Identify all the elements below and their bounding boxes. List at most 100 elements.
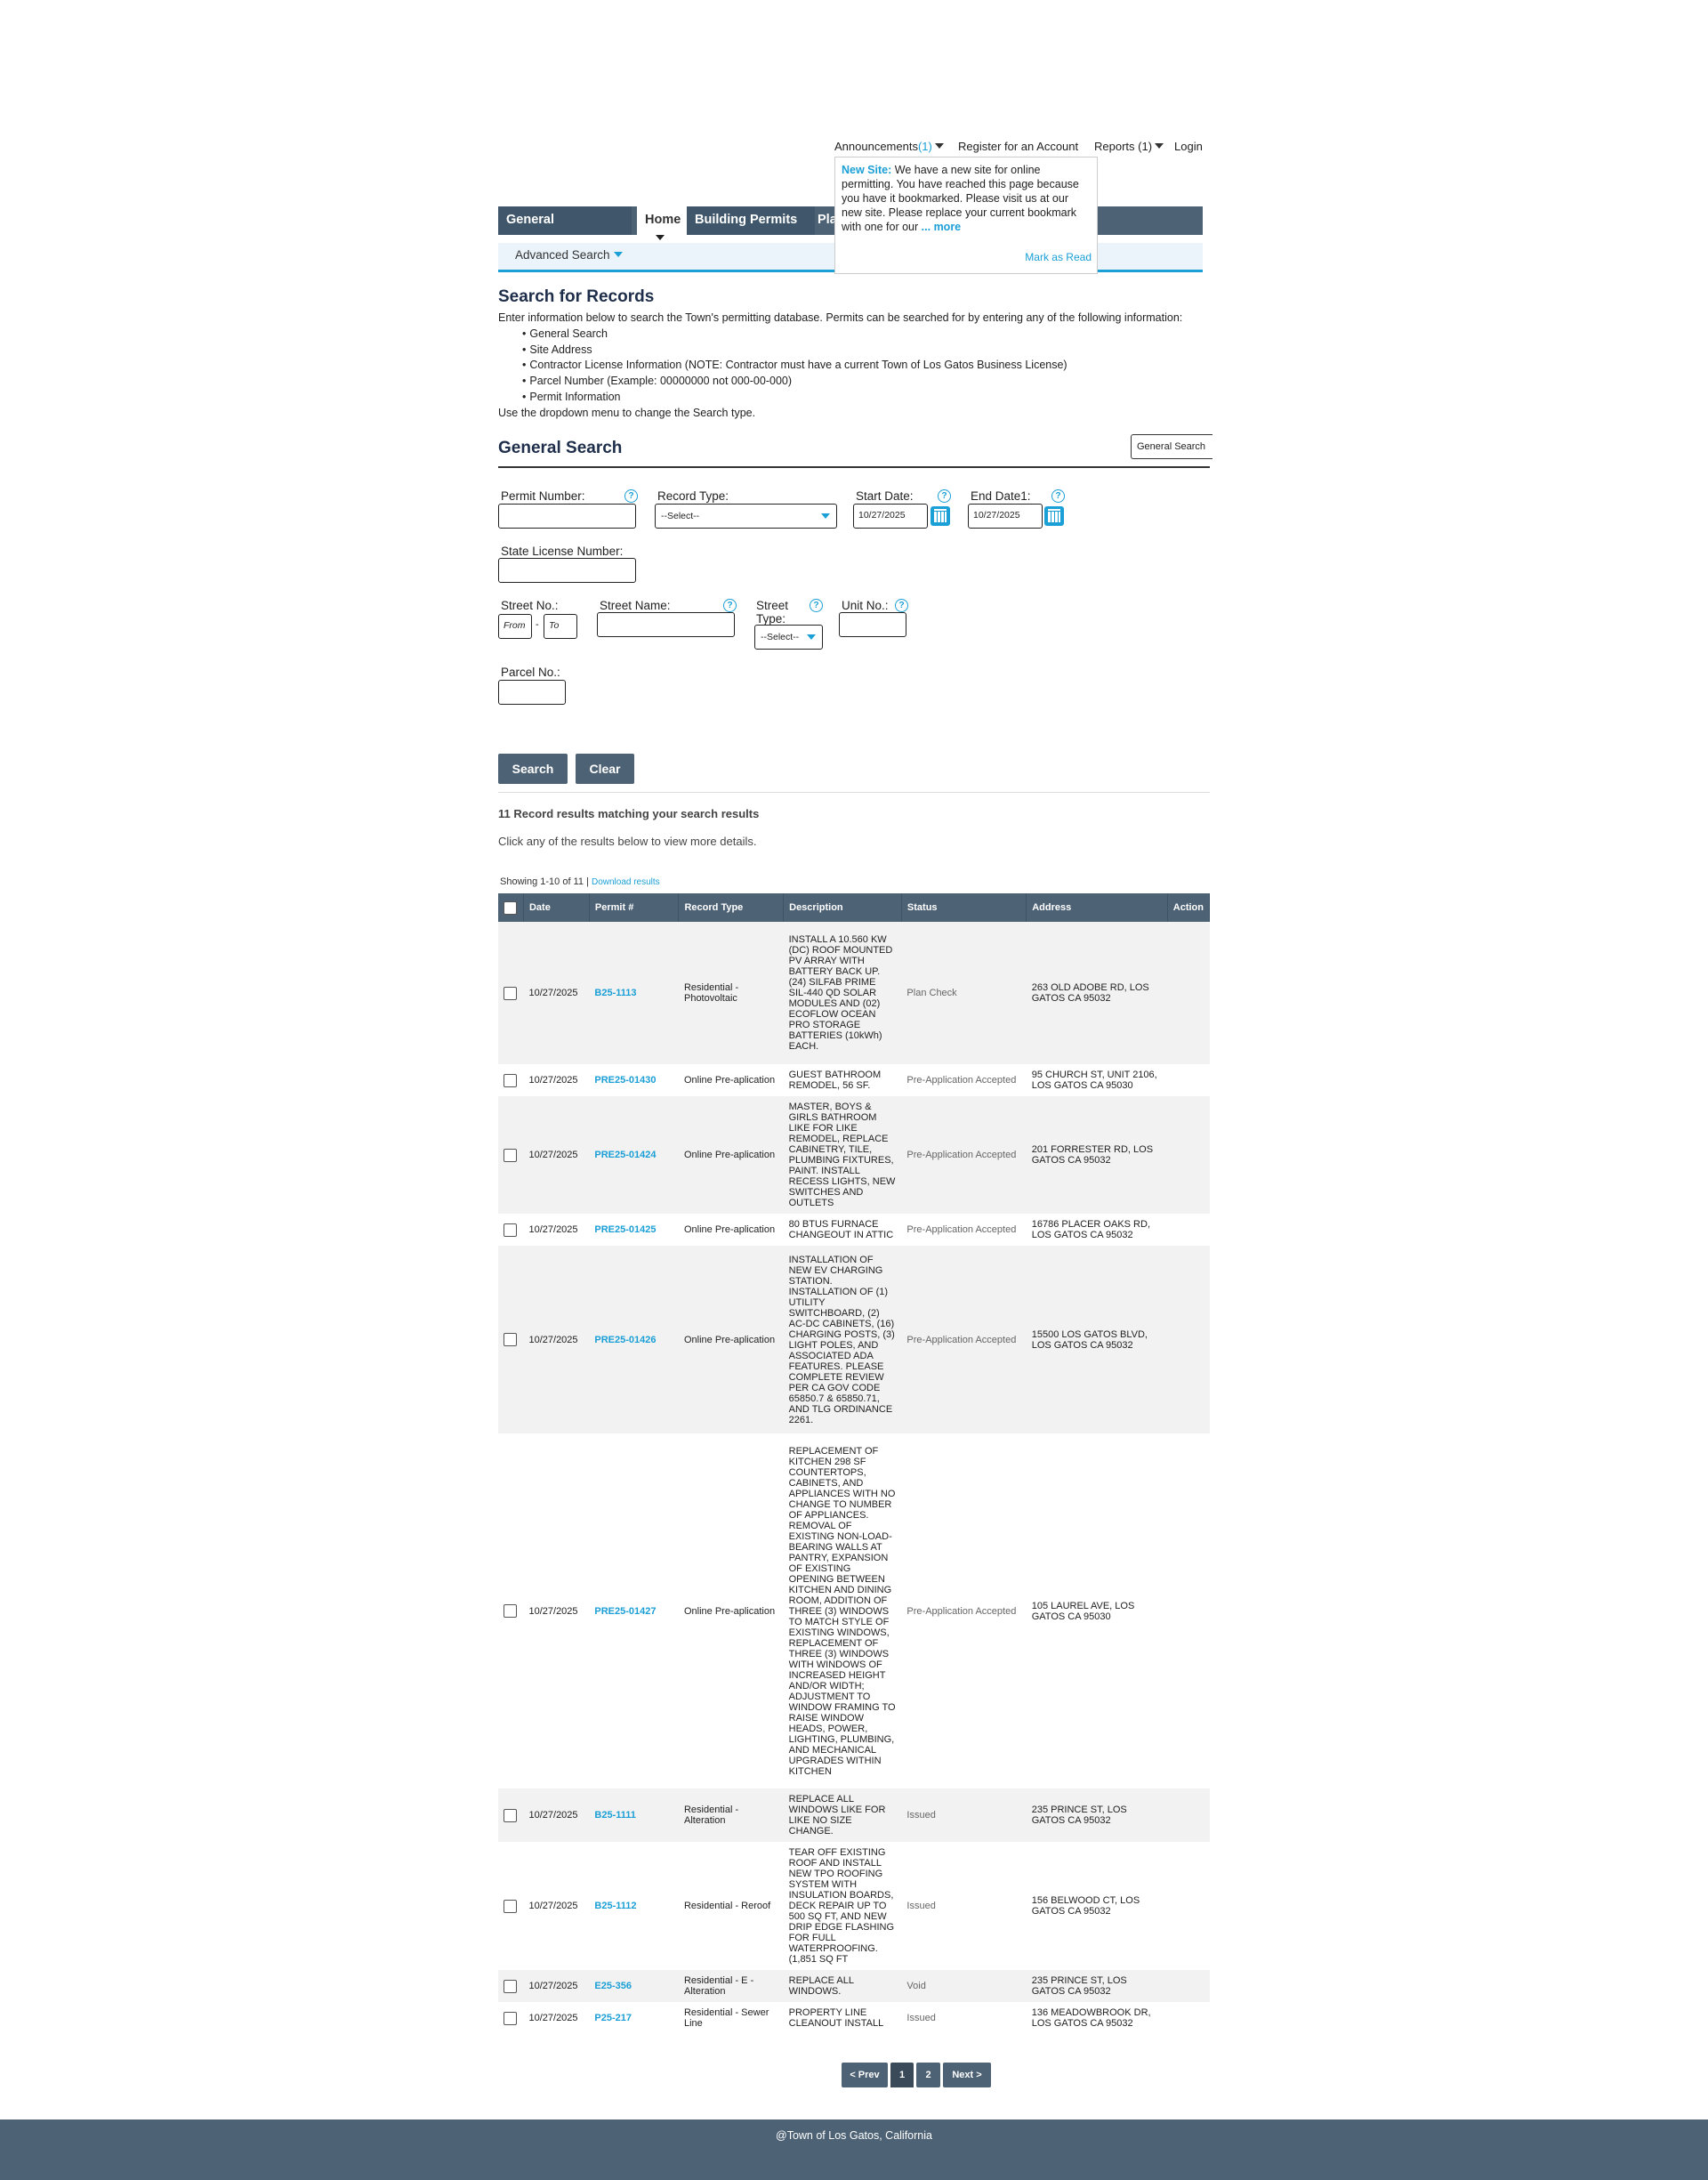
table-row[interactable]: 10/27/2025 PRE25-01430 Online Pre-aplicati…: [498, 1064, 1210, 1096]
column-header[interactable]: Permit #: [589, 893, 680, 922]
street-type-select[interactable]: --Select--: [754, 625, 823, 650]
intro-footer: Use the dropdown menu to change the Sear…: [498, 406, 756, 419]
row-checkbox[interactable]: [504, 1333, 517, 1346]
record-type-label: Record Type:: [657, 489, 729, 503]
popup-more-link[interactable]: more: [934, 221, 962, 233]
cell-checkbox: [498, 1064, 524, 1096]
cell-type: Online Pre-aplication: [678, 1096, 784, 1214]
cell-permit[interactable]: PRE25-01430: [589, 1064, 679, 1096]
street-name-label: Street Name:: [600, 599, 671, 612]
cell-permit[interactable]: PRE25-01425: [589, 1214, 679, 1246]
table-row[interactable]: 10/27/2025 PRE25-01425 Online Pre-aplicati…: [498, 1214, 1210, 1246]
cell-permit[interactable]: PRE25-01424: [589, 1096, 679, 1214]
cell-permit[interactable]: PRE25-01426: [589, 1246, 679, 1433]
calendar-icon[interactable]: [1044, 506, 1064, 526]
column-header[interactable]: Address: [1026, 893, 1168, 922]
cell-permit[interactable]: B25-1111: [589, 1788, 679, 1842]
register-link[interactable]: Register for an Account: [958, 140, 1078, 153]
next-page-button[interactable]: Next >: [943, 2063, 991, 2087]
help-icon[interactable]: ?: [1051, 489, 1065, 503]
cell-action: [1167, 922, 1210, 1064]
select-all-checkbox[interactable]: [504, 900, 517, 915]
cell-type: Residential - Photovoltaic: [678, 922, 784, 1064]
announcements-link[interactable]: Announcements(1): [834, 140, 944, 153]
table-row[interactable]: 10/27/2025 E25-356 Residential - E - Alter…: [498, 1970, 1210, 2002]
clear-button[interactable]: Clear: [576, 754, 634, 784]
row-checkbox[interactable]: [504, 1604, 517, 1618]
cell-permit[interactable]: P25-217: [589, 2002, 679, 2034]
permit-number-input[interactable]: [498, 504, 636, 529]
end-date-input[interactable]: 10/27/2025: [968, 504, 1043, 529]
search-type-select[interactable]: General Search: [1131, 434, 1213, 459]
row-checkbox[interactable]: [504, 2011, 517, 2025]
cell-permit[interactable]: E25-356: [589, 1970, 679, 2002]
table-row[interactable]: 10/27/2025 B25-1112 Residential - Reroof TE…: [498, 1842, 1210, 1970]
cell-action: [1167, 1842, 1210, 1970]
row-checkbox[interactable]: [504, 1808, 517, 1822]
parcel-no-label: Parcel No.:: [501, 666, 560, 679]
column-header[interactable]: Description: [783, 893, 902, 922]
cell-permit[interactable]: B25-1113: [589, 922, 679, 1064]
cell-action: [1167, 1970, 1210, 2002]
street-no-to-input[interactable]: To: [544, 614, 577, 639]
calendar-icon[interactable]: [931, 506, 950, 526]
unit-no-input[interactable]: [839, 612, 906, 637]
table-row[interactable]: 10/27/2025 PRE25-01426 Online Pre-aplicati…: [498, 1246, 1210, 1433]
row-checkbox[interactable]: [504, 1899, 517, 1913]
tab-general-information[interactable]: General Information: [498, 206, 632, 254]
tab-home[interactable]: Home: [637, 206, 694, 240]
row-checkbox[interactable]: [504, 1073, 517, 1087]
cell-status: Pre-Application Accepted: [901, 1433, 1027, 1788]
help-icon[interactable]: ?: [938, 489, 951, 503]
separator: |: [586, 876, 589, 887]
list-item: Contractor License Information (NOTE: Co…: [522, 358, 1210, 374]
cell-permit[interactable]: PRE25-01427: [589, 1433, 679, 1788]
table-row[interactable]: 10/27/2025 P25-217 Residential - Sewer Lin…: [498, 2002, 1210, 2034]
table-row[interactable]: 10/27/2025 B25-1111 Residential - Alterati…: [498, 1788, 1210, 1842]
street-no-from-input[interactable]: From: [498, 614, 532, 639]
page-1-button[interactable]: 1: [890, 2063, 914, 2089]
start-date-input[interactable]: 10/27/2025: [853, 504, 928, 529]
page-2-button[interactable]: 2: [916, 2063, 940, 2087]
row-checkbox[interactable]: [504, 1979, 517, 1993]
help-icon[interactable]: ?: [810, 599, 823, 612]
table-row[interactable]: 10/27/2025 PRE25-01427 Online Pre-aplicati…: [498, 1433, 1210, 1788]
column-header: Action: [1167, 893, 1211, 922]
column-header[interactable]: Date: [523, 893, 590, 922]
results-table: Date Permit # Record Type Description St…: [498, 893, 1211, 2034]
mark-as-read-link[interactable]: Mark as Read: [1025, 250, 1092, 264]
download-results-link[interactable]: Download results: [592, 877, 660, 887]
tab-building-permits[interactable]: Building Permits: [687, 206, 815, 235]
cell-date: 10/27/2025: [523, 1096, 590, 1214]
cell-status: Pre-Application Accepted: [901, 1246, 1027, 1433]
parcel-no-input[interactable]: [498, 680, 566, 705]
street-name-input[interactable]: [597, 612, 735, 637]
showing-text: Showing 1-10 of 11: [500, 876, 584, 887]
column-header[interactable]: Record Type: [678, 893, 785, 922]
cell-desc: MASTER, BOYS & GIRLS BATHROOM LIKE FOR L…: [783, 1096, 902, 1214]
state-license-input[interactable]: [498, 558, 636, 583]
search-button[interactable]: Search: [498, 754, 568, 784]
list-item: Parcel Number (Example: 00000000 not 000…: [522, 374, 1210, 390]
prev-page-button[interactable]: < Prev: [842, 2063, 888, 2087]
help-icon[interactable]: ?: [723, 599, 737, 612]
table-row[interactable]: 10/27/2025 PRE25-01424 Online Pre-aplicati…: [498, 1096, 1210, 1214]
record-type-select[interactable]: --Select--: [655, 504, 837, 529]
cell-address: 95 CHURCH ST, UNIT 2106, LOS GATOS CA 95…: [1026, 1064, 1168, 1096]
help-icon[interactable]: ?: [624, 489, 638, 503]
cell-desc: PROPERTY LINE CLEANOUT INSTALL: [783, 2002, 902, 2034]
column-header[interactable]: Status: [901, 893, 1027, 922]
reports-menu[interactable]: Reports (1): [1094, 140, 1164, 153]
cell-permit[interactable]: B25-1112: [589, 1842, 679, 1970]
reports-label: Reports (1): [1094, 140, 1153, 153]
cell-checkbox: [498, 2002, 524, 2034]
row-checkbox[interactable]: [504, 1148, 517, 1162]
advanced-search-menu[interactable]: Advanced Search: [515, 248, 623, 262]
row-checkbox[interactable]: [504, 986, 517, 1000]
row-checkbox[interactable]: [504, 1223, 517, 1237]
login-link[interactable]: Login: [1174, 140, 1203, 153]
page-title: Search for Records: [498, 287, 655, 306]
help-icon[interactable]: ?: [895, 599, 908, 612]
table-row[interactable]: 10/27/2025 B25-1113 Residential - Photovol…: [498, 922, 1210, 1064]
chevron-down-icon: [807, 634, 816, 640]
